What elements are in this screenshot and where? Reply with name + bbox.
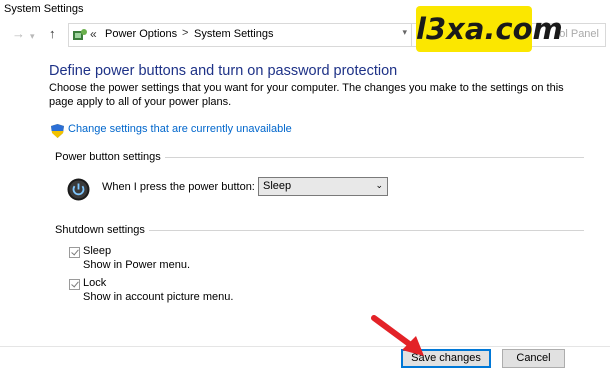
window-title: System Settings <box>4 3 84 15</box>
sleep-checkbox[interactable] <box>69 247 80 258</box>
cancel-button[interactable]: Cancel <box>502 349 565 368</box>
breadcrumb-power-options[interactable]: Power Options <box>105 28 177 40</box>
selected-value: Sleep <box>263 180 292 192</box>
power-icon <box>67 178 90 201</box>
footer-divider <box>0 346 610 347</box>
watermark-text: l3xa.com <box>416 12 563 46</box>
lock-checkbox-label[interactable]: Lock <box>83 277 106 289</box>
red-arrow-icon <box>371 315 424 356</box>
sleep-checkbox-label[interactable]: Sleep <box>83 245 111 257</box>
back-arrow-icon[interactable]: → <box>12 26 25 42</box>
change-settings-link[interactable]: Change settings that are currently unava… <box>68 123 292 135</box>
lock-description: Show in account picture menu. <box>83 291 234 303</box>
shutdown-settings-label: Shutdown settings <box>55 224 149 236</box>
address-overflow-icon[interactable]: « <box>90 27 97 41</box>
lock-checkbox[interactable] <box>69 279 80 290</box>
shutdown-group-divider <box>143 230 584 231</box>
power-button-action-select[interactable]: Sleep ⌄ <box>258 177 388 196</box>
address-bar[interactable]: « Power Options > System Settings ▾ <box>68 23 412 47</box>
sleep-description: Show in Power menu. <box>83 259 190 271</box>
watermark-logo: l3xa.com <box>416 6 563 52</box>
breadcrumb-system-settings[interactable]: System Settings <box>194 28 273 40</box>
search-placeholder: ol Panel <box>559 28 599 40</box>
up-arrow-icon[interactable]: ↑ <box>49 26 56 42</box>
address-dropdown-icon[interactable]: ▾ <box>402 27 407 38</box>
power-button-action-label: When I press the power button: <box>102 181 255 193</box>
recent-locations-chevron-icon[interactable]: ▾ <box>30 28 35 44</box>
page-description: Choose the power settings that you want … <box>49 82 564 108</box>
breadcrumb-separator-icon: > <box>182 27 189 39</box>
power-button-settings-label: Power button settings <box>55 151 165 163</box>
uac-shield-icon <box>51 124 64 138</box>
page-title: Define power buttons and turn on passwor… <box>49 63 398 79</box>
chevron-down-icon: ⌄ <box>375 180 383 190</box>
power-group-divider <box>160 157 584 158</box>
control-panel-icon <box>73 29 87 40</box>
